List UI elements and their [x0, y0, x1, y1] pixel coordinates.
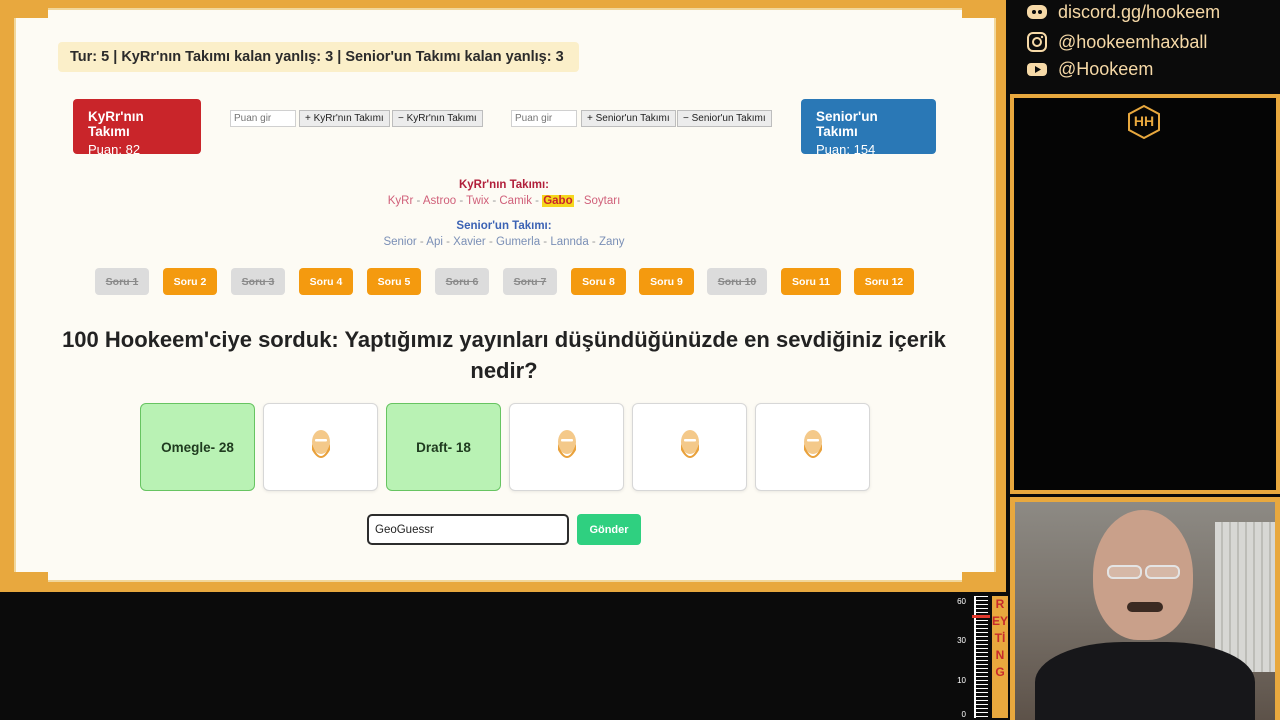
- rating-meter: 60 30 10 0 REYTİNG: [950, 594, 1010, 720]
- answer-card-5[interactable]: [632, 403, 747, 491]
- discord-icon: [1026, 2, 1048, 22]
- question-button-4[interactable]: Soru 4: [299, 268, 353, 295]
- roster-separator: -: [588, 236, 599, 248]
- roster-separator: -: [540, 236, 551, 248]
- roster-separator: -: [416, 236, 427, 248]
- rating-tick-label: 60: [957, 597, 966, 606]
- youtube-text: @Hookeem: [1058, 58, 1154, 79]
- roster-member: Camik: [499, 195, 532, 207]
- frame-corner: [962, 4, 1002, 18]
- roster-member: Lannda: [550, 236, 589, 248]
- rating-word: REYTİNG: [992, 596, 1008, 718]
- roster-separator: -: [456, 195, 467, 207]
- answer-card-2[interactable]: [263, 403, 378, 491]
- webcam-feed: [1015, 502, 1275, 720]
- discord-text: discord.gg/hookeem: [1058, 1, 1221, 22]
- team-b-roster: Senior - Api - Xavier - Gumerla - Lannda…: [0, 236, 1008, 248]
- team-a-name: KyRr'nın Takımı: [88, 109, 144, 139]
- roster-member: Twix: [466, 195, 490, 207]
- roster-separator: -: [485, 236, 496, 248]
- discord-link: discord.gg/hookeem: [1026, 0, 1220, 24]
- roster-member: Gabo: [542, 195, 574, 207]
- team-a-score: Puan: 82: [88, 142, 141, 157]
- glasses: [1145, 565, 1180, 579]
- roster-separator: -: [489, 195, 500, 207]
- roster-separator: -: [413, 195, 423, 207]
- hidden-answer-icon: [556, 428, 578, 467]
- roster-member: Gumerla: [496, 236, 541, 248]
- team-b-roster-title: Senior'un Takımı:: [456, 220, 552, 232]
- team-a-points-input[interactable]: [230, 110, 296, 127]
- question-button-3[interactable]: Soru 3: [231, 268, 285, 295]
- frame-corner: [962, 572, 1002, 586]
- question-button-5[interactable]: Soru 5: [367, 268, 421, 295]
- question-button-7[interactable]: Soru 7: [503, 268, 557, 295]
- roster-member: Zany: [598, 236, 625, 248]
- team-b-name: Senior'un Takımı: [816, 109, 878, 139]
- roster-member: Xavier: [453, 236, 486, 248]
- question-button-8[interactable]: Soru 8: [571, 268, 626, 295]
- submit-button[interactable]: Gönder: [577, 514, 641, 545]
- question-button-6[interactable]: Soru 6: [435, 268, 489, 295]
- youtube-link: @Hookeem: [1026, 57, 1153, 81]
- rating-tick-label: 30: [957, 636, 966, 645]
- team-a-add-button[interactable]: + KyRr'nın Takımı: [299, 110, 390, 127]
- answer-text: Draft- 18: [416, 439, 471, 455]
- roster-member: Api: [426, 236, 443, 248]
- roster-separator: -: [531, 195, 543, 207]
- team-a-card: KyRr'nın Takımı Puan: 82: [73, 99, 201, 157]
- instagram-text: @hookeemhaxball: [1058, 31, 1208, 52]
- roster-member: Senior: [383, 236, 417, 248]
- rating-tick-label: 10: [957, 676, 966, 685]
- team-b-score: Puan: 154: [816, 142, 876, 157]
- overlay-panel: HH: [1014, 98, 1276, 490]
- question-button-1[interactable]: Soru 1: [95, 268, 149, 295]
- radiator: [1215, 522, 1275, 672]
- roster-separator: -: [573, 195, 584, 207]
- roster-member: KyRr: [387, 195, 414, 207]
- question-button-2[interactable]: Soru 2: [163, 268, 217, 295]
- person-shirt: [1035, 642, 1255, 720]
- logo-text: HH: [1133, 113, 1155, 129]
- answer-card-1[interactable]: Omegle- 28: [140, 403, 255, 491]
- team-b-add-button[interactable]: + Senior'un Takımı: [581, 110, 676, 127]
- answer-input[interactable]: [367, 514, 569, 545]
- round-status: Tur: 5 | KyRr'nın Takımı kalan yanlış: 3…: [58, 42, 579, 72]
- question-button-9[interactable]: Soru 9: [639, 268, 694, 295]
- question-button-10[interactable]: Soru 10: [707, 268, 767, 295]
- answer-card-4[interactable]: [509, 403, 624, 491]
- team-a-subtract-button[interactable]: − KyRr'nın Takımı: [392, 110, 483, 127]
- rating-level-marker: [972, 615, 990, 618]
- frame-corner: [8, 572, 48, 586]
- answer-text: Omegle- 28: [161, 439, 234, 455]
- mustache: [1127, 602, 1163, 612]
- hidden-answer-icon: [802, 428, 824, 467]
- glasses: [1107, 565, 1142, 579]
- youtube-icon: [1026, 59, 1048, 79]
- instagram-icon: [1026, 32, 1048, 52]
- roster-member: Astroo: [422, 195, 457, 207]
- team-b-card: Senior'un Takımı Puan: 154: [801, 99, 936, 157]
- team-a-roster-title: KyRr'nın Takımı:: [458, 179, 550, 191]
- game-panel: [8, 4, 1002, 586]
- question-text: 100 Hookeem'ciye sorduk: Yaptığımız yayı…: [62, 327, 946, 383]
- hidden-answer-icon: [679, 428, 701, 467]
- answer-card-6[interactable]: [755, 403, 870, 491]
- team-b-points-input[interactable]: [511, 110, 577, 127]
- hidden-answer-icon: [310, 428, 332, 467]
- roster-member: Soytarı: [583, 195, 621, 207]
- answer-card-3[interactable]: Draft- 18: [386, 403, 501, 491]
- team-b-subtract-button[interactable]: − Senior'un Takımı: [677, 110, 772, 127]
- roster-separator: -: [442, 236, 454, 248]
- instagram-link: @hookeemhaxball: [1026, 30, 1207, 54]
- question-button-12[interactable]: Soru 12: [854, 268, 914, 295]
- rating-tick-label: 0: [961, 710, 966, 719]
- team-a-roster: KyRr - Astroo - Twix - Camik - Gabo - So…: [0, 195, 1008, 207]
- question-button-11[interactable]: Soru 11: [781, 268, 841, 295]
- hookeem-logo: HH: [1126, 104, 1162, 140]
- frame-corner: [8, 4, 48, 18]
